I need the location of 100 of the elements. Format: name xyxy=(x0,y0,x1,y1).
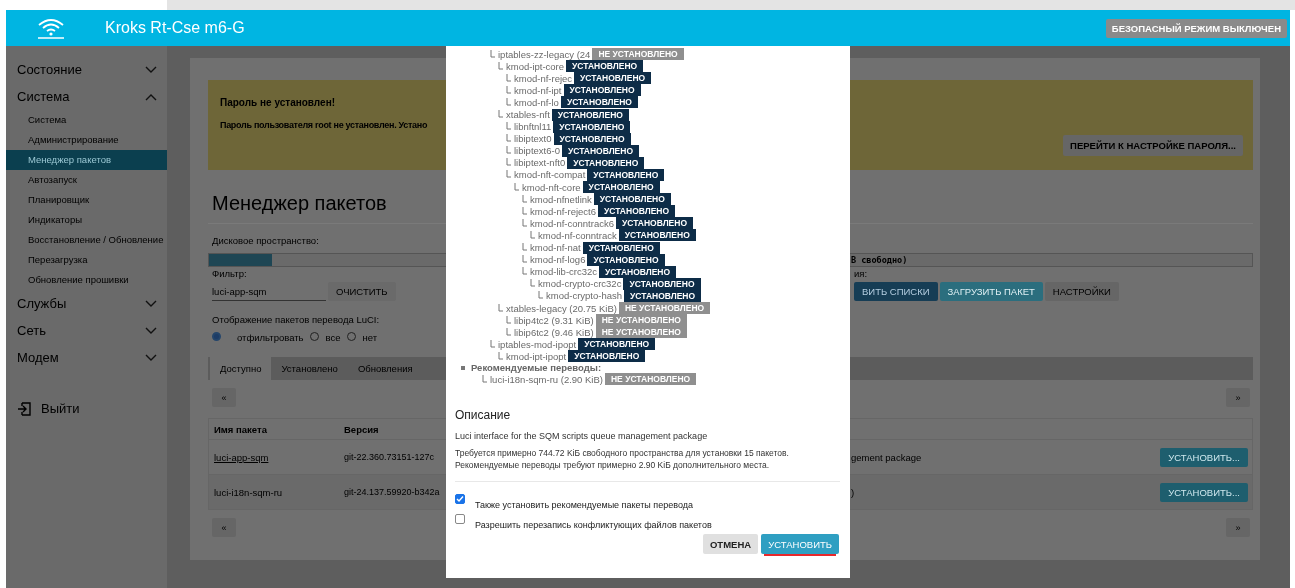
package-name: libip6tc2 (9.46 KiB) xyxy=(514,326,594,338)
package-name: kmod-ipt-ipopt xyxy=(506,350,567,362)
package-name: luci-i18n-sqm-ru xyxy=(214,486,283,498)
checkbox-label: Разрешить перезапись конфликтующих файлов пакетов xyxy=(475,520,712,531)
status-badge: УСТАНОВЛЕНО xyxy=(551,108,629,121)
package-name: iptables-mod-ipopt xyxy=(498,338,577,350)
next-page-button[interactable]: » xyxy=(1226,388,1250,407)
branch-icon xyxy=(482,375,488,384)
package-name: libiptext-nft0 xyxy=(514,157,566,169)
package-name: iptables-zz-legacy (24 xyxy=(498,48,591,60)
clear-button[interactable]: ОЧИСТИТЬ xyxy=(328,282,396,301)
status-badge: УСТАНОВЛЕНО xyxy=(563,84,641,97)
status-badge: НЕ УСТАНОВЛЕНО xyxy=(618,302,711,314)
status-badge: НЕ УСТАНОВЛЕНО xyxy=(595,314,687,327)
warning-text: Пароль пользователя root не установлен. Устано xyxy=(220,120,428,130)
package-name: kmod-nf-reject6 xyxy=(530,205,596,217)
sidebar-item[interactable]: Состояние xyxy=(6,56,167,83)
wifi-router-icon xyxy=(35,16,67,40)
chevron-down-icon xyxy=(145,299,157,308)
sidebar-item[interactable]: Службы xyxy=(6,290,167,317)
radio-button[interactable] xyxy=(212,332,221,341)
filter-field[interactable]: luci-app-sqm xyxy=(212,282,326,301)
install-button[interactable]: УСТАНОВИТЬ xyxy=(761,534,839,555)
status-badge: УСТАНОВЛЕНО xyxy=(615,217,694,230)
status-badge: УСТАНОВЛЕНО xyxy=(582,241,660,254)
description-heading: Описание xyxy=(455,407,512,422)
column-header: Версия xyxy=(344,423,379,435)
logout-link[interactable]: Выйти xyxy=(41,401,80,416)
disk-space-label: Дисковое пространство: xyxy=(212,235,319,246)
prev-page-button[interactable]: « xyxy=(212,518,236,537)
description-cell: ) xyxy=(851,486,855,498)
password-settings-button[interactable]: ПЕРЕЙТИ К НАСТРОЙКЕ ПАРОЛЯ... xyxy=(1063,135,1243,156)
package-name: kmod-crypto-hash xyxy=(546,290,623,302)
next-page-button[interactable]: » xyxy=(1226,518,1250,537)
package-name: kmod-nf-rejec xyxy=(514,72,573,84)
sidebar-subitem[interactable]: Автозапуск xyxy=(6,170,167,190)
package-name: libiptext6-0 xyxy=(514,145,560,157)
checkbox[interactable] xyxy=(455,494,465,505)
sidebar-subitem[interactable]: Обновление прошивки xyxy=(6,270,167,290)
package-name: kmod-ipt-core xyxy=(506,60,565,72)
package-name: libip4tc2 (9.31 KiB) xyxy=(514,314,594,326)
description-text: Luci interface for the SQM scripts queue management package xyxy=(455,430,709,441)
status-badge: УСТАНОВЛЕНО xyxy=(574,72,652,85)
chevron-down-icon xyxy=(145,353,157,362)
note-text: Требуется примерно 744.72 KiБ свободного пространства для установки 15 пакетов. xyxy=(455,446,790,459)
package-name: libnftnl11 xyxy=(514,121,552,133)
install-button[interactable]: УСТАНОВИТЬ... xyxy=(1160,447,1248,467)
page-title: Менеджер пакетов xyxy=(212,192,387,215)
description-cell: gement package xyxy=(851,451,922,463)
radio-label: отфильтровать xyxy=(237,332,304,343)
disk-free-reading: B свободно) xyxy=(851,255,908,265)
actions-label: ия: xyxy=(854,268,869,279)
sidebar-item[interactable]: Сеть xyxy=(6,317,167,344)
status-badge: УСТАНОВЛЕНО xyxy=(568,350,646,363)
sidebar-subitem[interactable]: Администрирование xyxy=(6,130,167,150)
warning-title: Пароль не установлен! xyxy=(220,97,336,108)
sidebar-item[interactable]: Система xyxy=(6,83,167,110)
checkbox-label: Также установить рекомендуемые пакеты перевода xyxy=(475,500,693,511)
note-text: Рекомендуемые переводы требуют примерно 2.90 KiБ дополнительного места. xyxy=(455,458,771,472)
sidebar-subitem[interactable]: Менеджер пакетов xyxy=(6,150,167,170)
sidebar-subitem[interactable]: Восстановление / Обновление xyxy=(6,230,167,250)
status-badge: УСТАНОВЛЕНО xyxy=(566,60,644,73)
chevron-up-icon xyxy=(145,92,157,101)
sidebar-subitem[interactable]: Система xyxy=(6,110,167,130)
action-button[interactable]: ЗАГРУЗИТЬ ПАКЕТ xyxy=(939,282,1043,301)
status-badge: НЕ УСТАНОВЛЕНО xyxy=(595,326,687,339)
logout-icon xyxy=(17,401,31,416)
action-button[interactable]: НАСТРОЙКИ xyxy=(1044,282,1119,301)
safe-mode-badge: БЕЗОПАСНЫЙ РЕЖИМ ВЫКЛЮЧЕН xyxy=(1105,18,1287,38)
version-cell: git-22.360.73151-127c xyxy=(344,451,435,463)
device-title: Kroks Rt-Cse m6-G xyxy=(105,19,245,37)
sidebar-subitem[interactable]: Индикаторы xyxy=(6,210,167,230)
sidebar-subitem[interactable]: Перезагрузка xyxy=(6,250,167,270)
prev-page-button[interactable]: « xyxy=(212,388,236,407)
package-name: kmod-nf-conntrack6 xyxy=(530,217,614,229)
package-name: kmod-crypto-crc32c xyxy=(538,278,622,290)
action-button[interactable]: ВИТЬ СПИСКИ xyxy=(854,282,938,301)
chevron-down-icon xyxy=(145,65,157,74)
cancel-button[interactable]: ОТМЕНА xyxy=(702,534,759,555)
tab[interactable]: Установлено xyxy=(271,357,348,380)
sidebar-subitem[interactable]: Планировщик xyxy=(6,190,167,210)
package-name: kmod-nf-conntrack xyxy=(538,229,617,241)
recommended-label: Рекомендуемые переводы: xyxy=(471,362,602,374)
filter-label: Фильтр: xyxy=(212,268,248,279)
sidebar-item[interactable]: Модем xyxy=(6,344,167,371)
package-link[interactable]: luci-app-sqm xyxy=(214,451,269,463)
checkbox[interactable] xyxy=(455,514,465,525)
package-name: kmod-lib-crc32c xyxy=(530,266,598,278)
tab[interactable]: Обновления xyxy=(347,357,423,380)
package-name: luci-i18n-sqm-ru (2.90 KiB) xyxy=(490,374,603,385)
tab[interactable]: Доступно xyxy=(210,357,272,380)
status-badge: УСТАНОВЛЕНО xyxy=(582,181,660,194)
radio-label: все xyxy=(325,332,341,343)
package-name: kmod-nf-nat xyxy=(530,242,581,254)
install-button[interactable]: УСТАНОВИТЬ... xyxy=(1160,482,1248,502)
column-header: Имя пакета xyxy=(214,423,267,435)
package-name: kmod-nft-core xyxy=(522,181,581,193)
package-name: xtables-legacy (20.75 KiB) xyxy=(506,302,617,314)
package-name: libiptext0 xyxy=(514,133,552,145)
package-name: kmod-nf-log6 xyxy=(530,254,586,266)
